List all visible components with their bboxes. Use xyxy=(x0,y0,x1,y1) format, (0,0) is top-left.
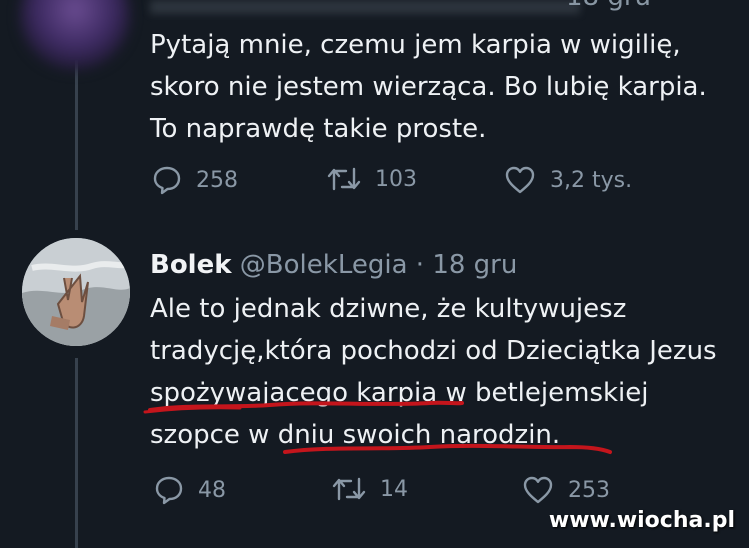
watermark: www.wiocha.pl xyxy=(548,508,735,533)
retweet-count: 103 xyxy=(375,166,417,192)
avatar-bolek[interactable] xyxy=(22,238,130,346)
thread-line-bottom xyxy=(75,358,78,548)
blurred-author-header xyxy=(150,0,580,14)
author-handle[interactable]: @BolekLegia xyxy=(240,250,408,280)
retweet-count: 14 xyxy=(380,476,408,502)
thread-line-top xyxy=(75,60,78,230)
retweet-button[interactable]: 103 xyxy=(327,165,417,193)
reply-button[interactable]: 48 xyxy=(154,475,226,505)
reply-icon xyxy=(153,166,181,195)
avatar-blurred[interactable] xyxy=(20,0,130,70)
like-button[interactable]: 3,2 tys. xyxy=(504,165,632,195)
header-separator: · xyxy=(415,250,425,280)
like-count: 253 xyxy=(568,477,610,503)
tweet-1-text: Pytają mnie, czemu jem karpia w wigilię,… xyxy=(150,30,707,144)
like-button[interactable]: 253 xyxy=(522,475,610,505)
tweet-1-date[interactable]: 18 gru xyxy=(566,0,651,12)
tweet-2-actions: 48 14 253 xyxy=(152,475,712,509)
retweet-icon xyxy=(332,477,366,501)
tweet-2-date[interactable]: 18 gru xyxy=(432,250,517,280)
hand-gesture-avatar-image xyxy=(22,238,130,346)
tweet-2-text: Ale to jednak dziwne, że kultywujesz tra… xyxy=(150,294,717,450)
reply-count: 48 xyxy=(198,477,226,503)
tweet-1-actions: 258 103 3,2 tys. xyxy=(152,165,712,199)
reply-count: 258 xyxy=(196,167,238,193)
heart-icon xyxy=(523,476,553,504)
retweet-button[interactable]: 14 xyxy=(332,475,408,503)
reply-button[interactable]: 258 xyxy=(152,165,238,195)
like-count: 3,2 tys. xyxy=(550,167,633,193)
tweet-2-header: Bolek @BolekLegia · 18 gru xyxy=(150,248,517,282)
retweet-icon xyxy=(327,167,361,191)
reply-icon xyxy=(155,476,183,505)
author-name[interactable]: Bolek xyxy=(150,250,232,280)
heart-icon xyxy=(505,166,535,194)
